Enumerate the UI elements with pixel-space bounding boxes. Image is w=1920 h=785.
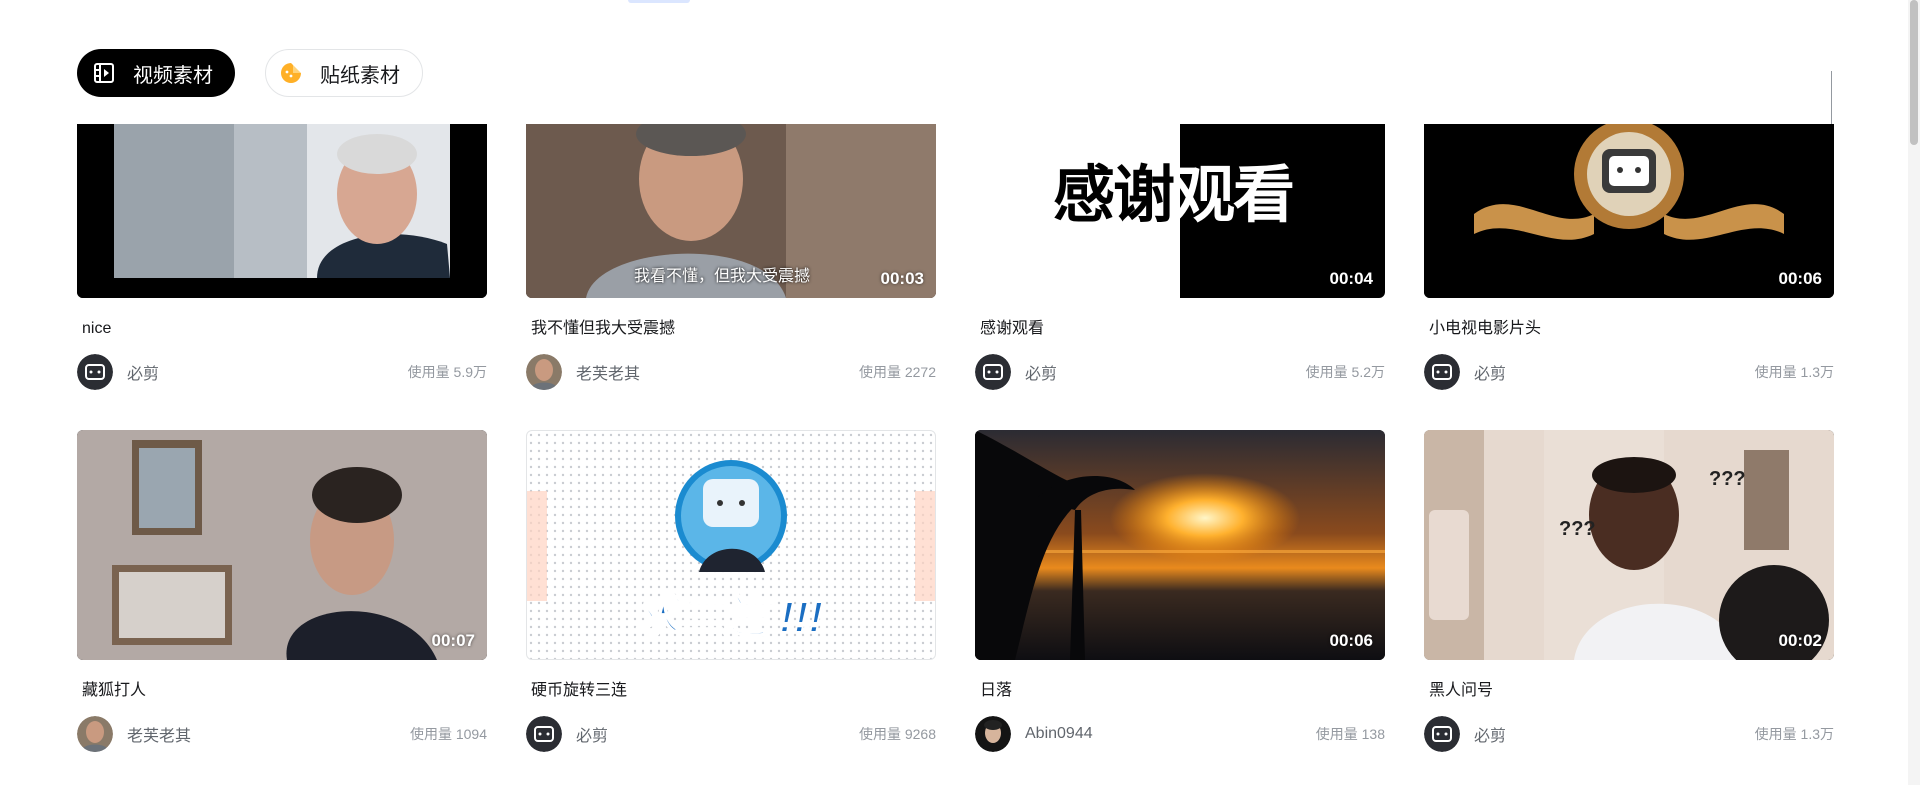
card-meta: 老芙老其 使用量 1094 xyxy=(77,716,487,752)
material-tabs: 视频素材 贴纸素材 xyxy=(77,49,423,97)
author-name[interactable]: 必剪 xyxy=(127,360,159,384)
card-meta: 老芙老其 使用量 2272 xyxy=(526,354,936,390)
tab-sticker-material[interactable]: 贴纸素材 xyxy=(265,49,423,97)
material-card[interactable]: 00:07 藏狐打人 老芙老其 使用量 1094 xyxy=(77,430,487,752)
card-title: 小电视电影片头 xyxy=(1429,320,1542,337)
avatar[interactable] xyxy=(526,354,562,390)
overlay-text-secondary: ??? xyxy=(1559,518,1596,540)
material-card[interactable]: 我看不懂，但我大受震撼 00:03 我不懂但我大受震撼 老芙老其 使用量 227… xyxy=(526,124,936,390)
author-name[interactable]: 必剪 xyxy=(1474,360,1506,384)
overlay-text-dark: 感谢 xyxy=(1053,161,1175,230)
material-card[interactable]: nice 必剪 使用量 5.9万 xyxy=(77,124,487,390)
duration: 00:06 xyxy=(1329,631,1373,650)
card-meta: 必剪 使用量 1.3万 xyxy=(1424,354,1834,390)
avatar[interactable] xyxy=(975,354,1011,390)
card-meta: 必剪 使用量 5.2万 xyxy=(975,354,1385,390)
avatar[interactable] xyxy=(975,716,1011,752)
card-title: 黑人问号 xyxy=(1429,682,1494,699)
video-thumbnail[interactable]: 求三连 !!! xyxy=(526,430,936,660)
video-thumbnail[interactable]: 我看不懂，但我大受震撼 00:03 xyxy=(526,124,936,298)
film-icon xyxy=(91,60,117,86)
video-thumbnail[interactable]: 00:06 xyxy=(1424,124,1834,298)
row-spacer xyxy=(77,390,1834,430)
material-card[interactable]: 感谢 感谢观看 00:04 感谢观看 必剪 使用量 5.2万 xyxy=(975,124,1385,390)
duration: 00:06 xyxy=(1778,269,1822,288)
material-grid: nice 必剪 使用量 5.9万 我看不懂，但我大受震撼 00:03 我不懂但我… xyxy=(77,124,1834,752)
scrollbar[interactable] xyxy=(1908,0,1920,785)
material-card[interactable]: 求三连 !!! 硬币旋转三连 必剪 使用量 9268 xyxy=(526,430,936,752)
author-name[interactable]: 必剪 xyxy=(1474,722,1506,746)
usage-count: 使用量 9268 xyxy=(858,726,936,742)
author-name[interactable]: Abin0944 xyxy=(1025,725,1093,743)
duration: 00:03 xyxy=(880,269,924,288)
avatar[interactable] xyxy=(77,354,113,390)
avatar[interactable] xyxy=(1424,716,1460,752)
video-thumbnail[interactable]: 感谢 感谢观看 00:04 xyxy=(975,124,1385,298)
author-name[interactable]: 老芙老其 xyxy=(127,722,191,746)
avatar[interactable] xyxy=(77,716,113,752)
avatar[interactable] xyxy=(1424,354,1460,390)
card-meta: 必剪 使用量 9268 xyxy=(526,716,936,752)
tab-video-material[interactable]: 视频素材 xyxy=(77,49,235,97)
tab-label: 贴纸素材 xyxy=(320,64,400,87)
usage-count: 使用量 1.3万 xyxy=(1754,726,1834,742)
tab-label: 视频素材 xyxy=(133,64,213,87)
card-title: 日落 xyxy=(980,682,1013,699)
card-title: 硬币旋转三连 xyxy=(531,682,628,699)
material-card[interactable]: 00:06 日落 Abin0944 使用量 138 xyxy=(975,430,1385,752)
author-name[interactable]: 必剪 xyxy=(1025,360,1057,384)
card-meta: 必剪 使用量 5.9万 xyxy=(77,354,487,390)
usage-count: 使用量 5.9万 xyxy=(407,364,487,380)
material-card[interactable]: 00:06 小电视电影片头 必剪 使用量 1.3万 xyxy=(1424,124,1834,390)
author-name[interactable]: 老芙老其 xyxy=(576,360,640,384)
overlay-text: ??? xyxy=(1709,468,1746,490)
usage-count: 使用量 1.3万 xyxy=(1754,364,1834,380)
video-thumbnail[interactable]: ??? ??? 00:02 xyxy=(1424,430,1834,660)
sticker-icon xyxy=(278,60,304,86)
subtitle-overlay: 我看不懂，但我大受震撼 xyxy=(634,268,811,285)
card-meta: 必剪 使用量 1.3万 xyxy=(1424,716,1834,752)
video-thumbnail[interactable]: 00:06 xyxy=(975,430,1385,660)
card-title: 藏狐打人 xyxy=(82,682,147,699)
usage-count: 使用量 5.2万 xyxy=(1305,364,1385,380)
overlay-text: 求三连 !!! xyxy=(634,592,824,643)
video-thumbnail[interactable]: 00:07 xyxy=(77,430,487,660)
duration: 00:04 xyxy=(1329,269,1373,288)
divider xyxy=(1831,71,1832,124)
duration: 00:07 xyxy=(431,631,475,650)
card-title: 我不懂但我大受震撼 xyxy=(531,320,676,337)
usage-count: 使用量 2272 xyxy=(858,364,936,380)
usage-count: 使用量 138 xyxy=(1315,726,1385,742)
scrollbar-thumb[interactable] xyxy=(1910,0,1918,145)
author-name[interactable]: 必剪 xyxy=(576,722,608,746)
video-thumbnail[interactable] xyxy=(77,124,487,298)
material-card[interactable]: ??? ??? 00:02 黑人问号 必剪 使用量 1.3万 xyxy=(1424,430,1834,752)
usage-count: 使用量 1094 xyxy=(409,726,487,742)
card-title: 感谢观看 xyxy=(980,320,1045,337)
card-meta: Abin0944 使用量 138 xyxy=(975,716,1385,752)
duration: 00:02 xyxy=(1778,631,1822,650)
avatar[interactable] xyxy=(526,716,562,752)
top-highlight xyxy=(628,0,690,3)
card-title: nice xyxy=(82,320,112,337)
